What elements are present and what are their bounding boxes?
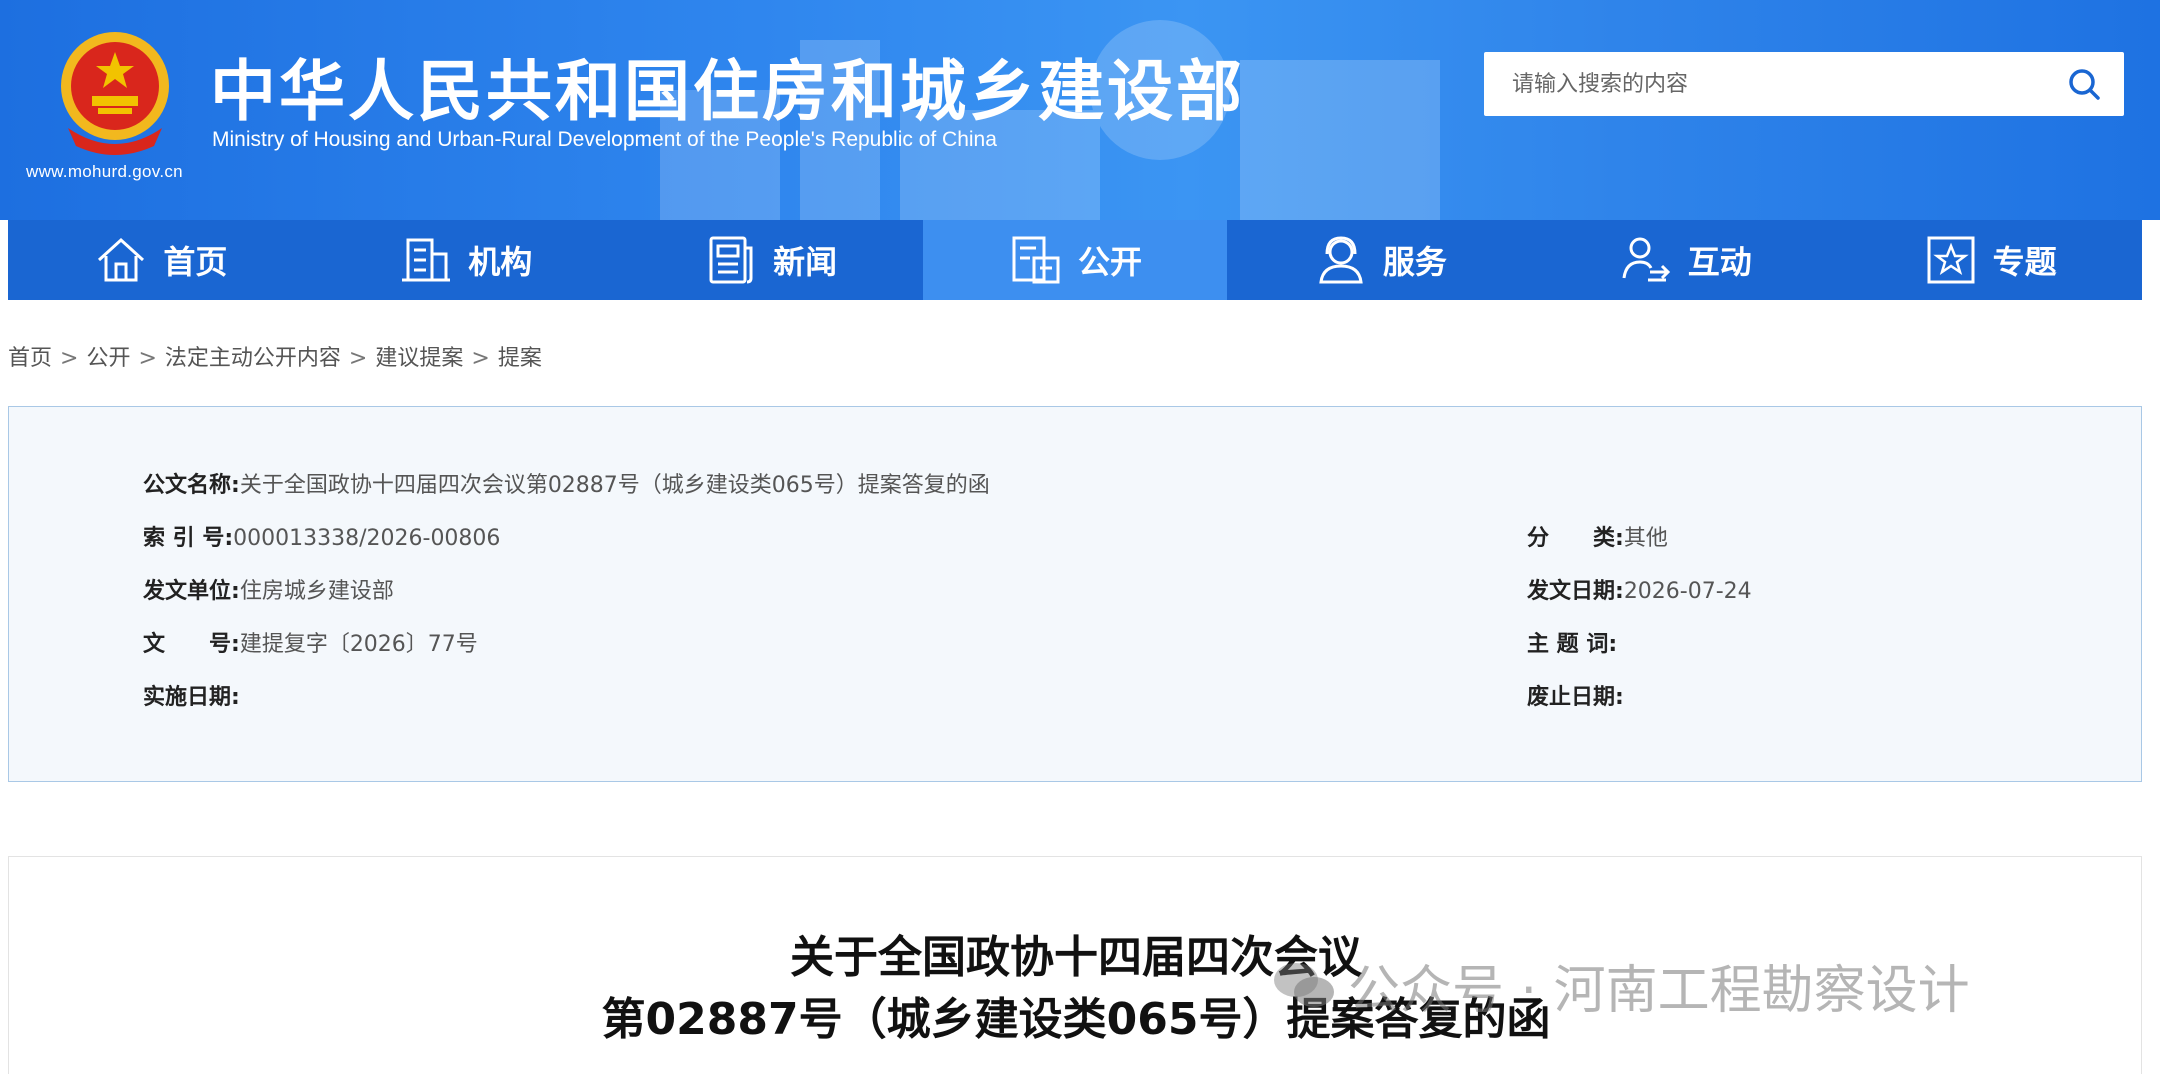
info-value: 建提复字〔2026〕77号 <box>239 632 478 657</box>
nav-label-home: 首页 <box>163 243 228 281</box>
breadcrumb-separator: > <box>471 346 490 371</box>
nav-label-news: 新闻 <box>773 243 838 281</box>
search-icon[interactable] <box>2066 66 2102 102</box>
info-category: 分 类:其他 <box>1527 520 1668 552</box>
breadcrumb-current[interactable]: 提案 <box>498 346 542 371</box>
watermark: 公众号 · 河南工程勘察设计 <box>1272 948 1970 1023</box>
search-input[interactable] <box>1484 52 2044 116</box>
nav-item-interaction[interactable]: 互动 <box>1532 220 1837 300</box>
info-value: 住房城乡建设部 <box>239 579 394 604</box>
search-box <box>1484 52 2124 116</box>
service-icon <box>1319 236 1363 284</box>
header-banner: www.mohurd.gov.cn 中华人民共和国住房和城乡建设部 Minist… <box>0 0 2160 220</box>
info-label: 分 类: <box>1527 526 1624 551</box>
breadcrumb-separator: > <box>348 346 368 371</box>
info-keywords: 主 题 词: <box>1527 626 1617 658</box>
nav-label-topic: 专题 <box>1992 243 2057 281</box>
info-effective-date: 实施日期: <box>143 679 240 711</box>
site-subtitle: Ministry of Housing and Urban-Rural Deve… <box>212 128 997 151</box>
breadcrumb-disclosure[interactable]: 公开 <box>86 346 130 371</box>
nav-label-disclosure: 公开 <box>1078 243 1143 281</box>
nav-item-org[interactable]: 机构 <box>313 220 618 300</box>
info-expire-date: 废止日期: <box>1527 679 1624 711</box>
nav-item-news[interactable]: 新闻 <box>618 220 923 300</box>
nav-label-service: 服务 <box>1382 243 1447 281</box>
site-url: www.mohurd.gov.cn <box>26 162 183 181</box>
home-icon <box>98 237 145 282</box>
info-index: 索 引 号:000013338/2026-00806 <box>143 520 500 552</box>
info-doc-name: 公文名称:关于全国政协十四届四次会议第02887号（城乡建设类065号）提案答复… <box>143 467 990 499</box>
info-issuer: 发文单位:住房城乡建设部 <box>143 573 394 605</box>
info-doc-number: 文 号:建提复字〔2026〕77号 <box>143 626 478 658</box>
info-label: 实施日期: <box>143 685 240 710</box>
breadcrumb-home[interactable]: 首页 <box>8 346 52 371</box>
nav-item-service[interactable]: 服务 <box>1227 220 1532 300</box>
site-title: 中华人民共和国住房和城乡建设部 <box>210 53 1245 130</box>
nav-item-disclosure[interactable]: 公开 <box>922 220 1228 300</box>
watermark-text: 公众号 · 河南工程勘察设计 <box>1348 961 1970 1021</box>
breadcrumb: 首页 > 公开 > 法定主动公开内容 > 建议提案 > 提案 <box>8 340 542 372</box>
breadcrumb-separator: > <box>138 346 157 371</box>
info-issue-date: 发文日期:2026-07-24 <box>1527 573 1752 605</box>
document-info-panel: 公文名称:关于全国政协十四届四次会议第02887号（城乡建设类065号）提案答复… <box>8 406 2142 782</box>
info-label: 主 题 词: <box>1527 632 1618 657</box>
info-value: 000013338/2026-00806 <box>233 526 501 551</box>
nav-item-home[interactable]: 首页 <box>8 220 313 300</box>
topic-icon <box>1927 236 1975 284</box>
info-value: 2026-07-24 <box>1623 579 1752 604</box>
disclosure-icon <box>1012 236 1060 284</box>
nav-label-interaction: 互动 <box>1687 243 1752 281</box>
info-label: 公文名称: <box>143 473 240 498</box>
national-emblem-icon <box>61 32 169 155</box>
main-nav: 首页 机构 新闻 公开 服务 互动 专题 <box>8 220 2142 300</box>
breadcrumb-statutory[interactable]: 法定主动公开内容 <box>165 346 341 371</box>
news-icon <box>709 236 753 284</box>
nav-label-org: 机构 <box>468 243 533 281</box>
building-icon <box>402 238 451 282</box>
wechat-icon <box>1274 962 1334 1007</box>
interaction-icon <box>1622 237 1670 282</box>
info-value: 其他 <box>1623 526 1668 551</box>
info-label: 文 号: <box>143 632 240 657</box>
info-label: 发文单位: <box>143 579 240 604</box>
info-label: 废止日期: <box>1527 685 1624 710</box>
info-label: 索 引 号: <box>143 526 234 551</box>
info-value: 关于全国政协十四届四次会议第02887号（城乡建设类065号）提案答复的函 <box>239 473 990 498</box>
breadcrumb-proposals[interactable]: 建议提案 <box>375 346 463 371</box>
info-label: 发文日期: <box>1527 579 1624 604</box>
breadcrumb-separator: > <box>60 346 79 371</box>
nav-item-topic[interactable]: 专题 <box>1837 220 2142 300</box>
